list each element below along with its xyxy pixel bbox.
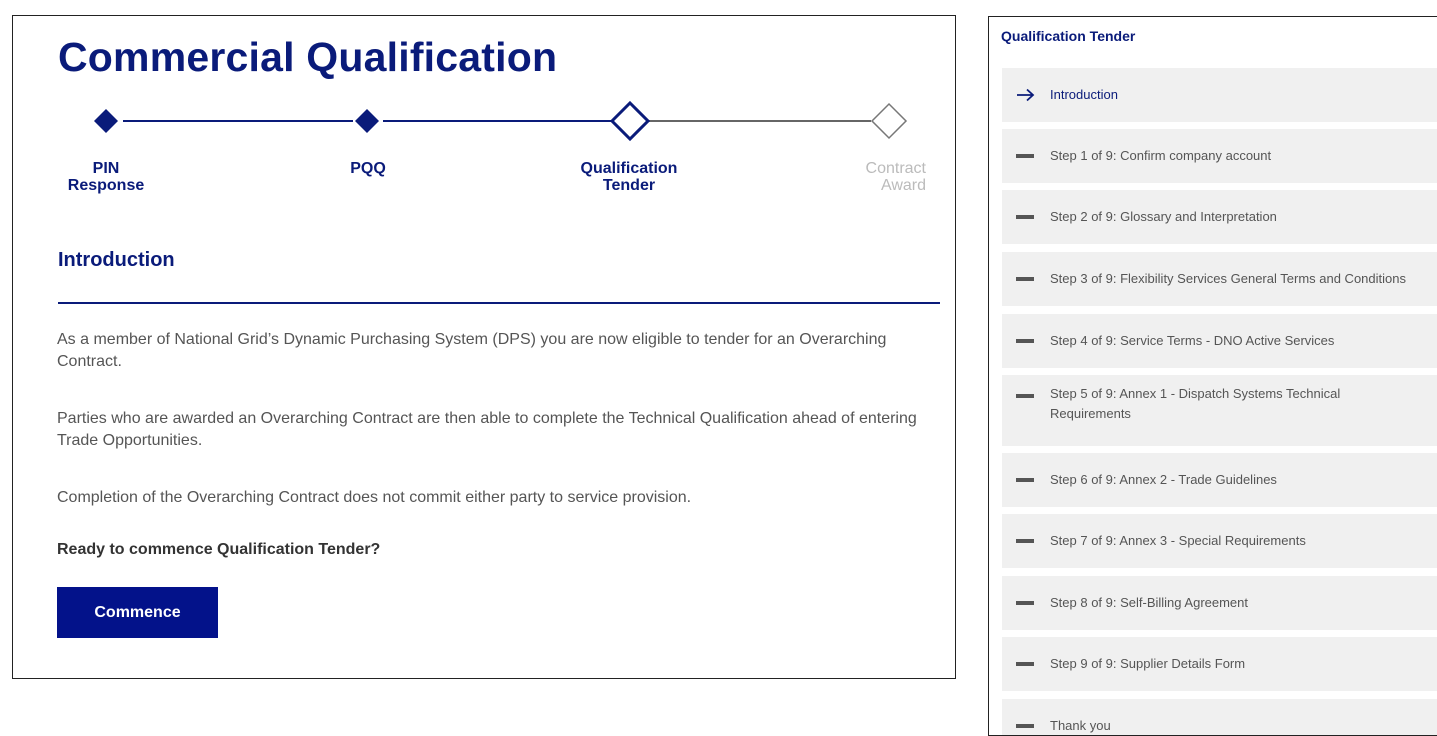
dash-icon [1016, 539, 1034, 543]
dash-icon [1016, 478, 1034, 482]
step-label-pin-response: PIN Response [67, 160, 145, 194]
sidebar-item-label: Step 9 of 9: Supplier Details Form [1050, 656, 1246, 671]
dash-icon [1016, 277, 1034, 281]
sidebar-item-step-9[interactable]: Step 9 of 9: Supplier Details Form [1002, 637, 1437, 691]
sidebar-item-step-4[interactable]: Step 4 of 9: Service Terms - DNO Active … [1002, 314, 1437, 368]
dash-icon [1016, 662, 1034, 666]
dash-icon [1016, 601, 1034, 605]
progress-stepper: PIN Response PQQ Qualification Tender Co… [13, 94, 957, 204]
ready-prompt: Ready to commence Qualification Tender? [57, 541, 381, 558]
step-future-diamond-icon [870, 102, 908, 140]
sidebar-item-step-2[interactable]: Step 2 of 9: Glossary and Interpretation [1002, 190, 1437, 244]
sidebar-item-step-7[interactable]: Step 7 of 9: Annex 3 - Special Requireme… [1002, 514, 1437, 568]
sidebar-item-label: Thank you [1050, 718, 1111, 733]
dash-icon [1016, 339, 1034, 343]
sidebar-item-label: Step 5 of 9: Annex 1 - Dispatch Systems … [1050, 386, 1341, 421]
step-label-contract-award: Contract Award [865, 160, 926, 194]
sidebar-item-label: Step 4 of 9: Service Terms - DNO Active … [1050, 333, 1335, 348]
commercial-qualification-card: Commercial Qualification PIN Response PQ… [12, 15, 956, 679]
page-title: Commercial Qualification [58, 34, 558, 80]
step-label-qualification-tender: Qualification Tender [580, 160, 678, 194]
step-current-diamond-icon [609, 100, 651, 142]
sidebar-item-step-6[interactable]: Step 6 of 9: Annex 2 - Trade Guidelines [1002, 453, 1437, 507]
section-divider [58, 302, 940, 304]
intro-paragraph-1: As a member of National Grid’s Dynamic P… [57, 331, 887, 370]
dash-icon [1016, 154, 1034, 158]
sidebar-item-label: Step 8 of 9: Self-Billing Agreement [1050, 595, 1249, 610]
intro-paragraph-3: Completion of the Overarching Contract d… [57, 489, 692, 506]
step-complete-diamond-icon [94, 109, 118, 133]
sidebar-item-step-8[interactable]: Step 8 of 9: Self-Billing Agreement [1002, 576, 1437, 630]
section-heading: Introduction [58, 249, 175, 271]
sidebar-item-introduction[interactable]: Introduction [1002, 68, 1437, 122]
sidebar-item-label: Step 6 of 9: Annex 2 - Trade Guidelines [1050, 472, 1277, 487]
sidebar-item-label: Step 7 of 9: Annex 3 - Special Requireme… [1050, 533, 1306, 548]
dash-icon [1016, 215, 1034, 219]
sidebar-title: Qualification Tender [1001, 28, 1136, 44]
sidebar-item-label: Step 3 of 9: Flexibility Services Genera… [1050, 271, 1406, 286]
sidebar-item-label: Step 2 of 9: Glossary and Interpretation [1050, 209, 1277, 224]
intro-paragraph-2: Parties who are awarded an Overarching C… [57, 410, 917, 449]
sidebar-item-label: Step 1 of 9: Confirm company account [1050, 148, 1272, 163]
step-label-pqq: PQQ [350, 160, 386, 177]
sidebar-item-step-3[interactable]: Step 3 of 9: Flexibility Services Genera… [1002, 252, 1437, 306]
qualification-steps-sidebar: Qualification Tender Introduction Step 1… [988, 16, 1437, 736]
arrow-right-icon [1016, 88, 1036, 102]
stepper-track [94, 100, 908, 142]
commence-button[interactable]: Commence [57, 587, 218, 638]
dash-icon [1016, 394, 1034, 398]
sidebar-item-thank-you[interactable]: Thank you [1002, 699, 1437, 735]
sidebar-item-label: Introduction [1050, 87, 1118, 102]
sidebar-item-step-1[interactable]: Step 1 of 9: Confirm company account [1002, 129, 1437, 183]
step-complete-diamond-icon [355, 109, 379, 133]
sidebar-item-step-5[interactable]: Step 5 of 9: Annex 1 - Dispatch Systems … [1002, 375, 1437, 446]
